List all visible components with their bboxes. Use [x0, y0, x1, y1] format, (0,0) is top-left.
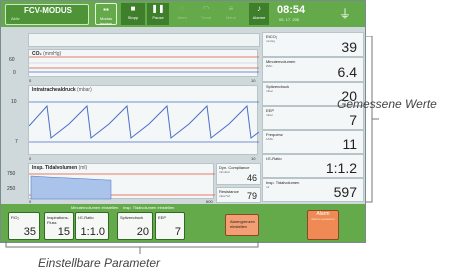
eep-setting[interactable]: EEP 7	[155, 212, 185, 240]
clock: 08:54	[277, 4, 306, 16]
volume-chart-title: Insp. Tidalvolumen (ml)	[32, 165, 88, 171]
menu-button[interactable]: ≡ Menü	[221, 3, 241, 25]
power-plug-icon: ⏚	[339, 7, 352, 21]
menu-icon: ≡	[228, 4, 234, 13]
ventilator-screen: FCV-MODUS Aktiv ▪▪ Modus ändern ■ Stopp …	[0, 0, 366, 243]
trend-icon: ◠	[202, 4, 210, 13]
minute-volume-box: Minutenvolumen l/Min 6.4	[262, 57, 364, 82]
alarm-limits-button[interactable]: Alarmgrenzen einstellen	[225, 214, 259, 236]
fio2-setting[interactable]: FiO₂ 35	[8, 212, 40, 240]
pressure-chart-title: Intratrachealdruck (mbar)	[32, 87, 92, 93]
settings-bar: Minutenvolumen einstellen Insp. Tidalvol…	[1, 204, 365, 242]
trend-button[interactable]: ◠ Trend	[195, 3, 217, 25]
etco2-value: 39	[341, 39, 357, 55]
resistance-value: 79	[246, 191, 257, 201]
mode-indicator[interactable]: FCV-MODUS Aktiv	[5, 4, 89, 25]
compliance-value: 46	[246, 173, 257, 183]
volume-ytick-top: 750	[7, 171, 16, 177]
eep-value: 7	[349, 112, 357, 128]
top-bar: FCV-MODUS Aktiv ▪▪ Modus ändern ■ Stopp …	[1, 1, 365, 27]
pause-icon: ❚❚	[151, 4, 165, 13]
pressure-ytick-top: 10	[11, 99, 17, 105]
alarms-button[interactable]: ♪ Alarme	[249, 3, 269, 25]
breath-button[interactable]: ◌ Atem	[171, 3, 193, 25]
pause-button[interactable]: ❚❚ Pause	[147, 3, 169, 25]
co2-waveform	[29, 56, 259, 73]
co2-ytick-bottom: 0	[13, 70, 16, 76]
volume-ytick-bottom: 250	[7, 186, 16, 192]
change-mode-button[interactable]: ▪▪ Modus ändern	[95, 3, 117, 26]
resistance-box: Resistance mbar*s/l 79	[216, 187, 261, 203]
minute-volume-value: 6.4	[337, 64, 357, 80]
settable-params-bracket	[5, 241, 259, 254]
stop-button[interactable]: ■ Stopp	[121, 3, 145, 25]
measured-values-panel: EtCO₂ mmHg 39 Minutenvolumen l/Min 6.4 Spi…	[262, 32, 364, 202]
pressure-xtick-end: 10	[251, 156, 256, 161]
insp-flow-setting[interactable]: Inspirations-Fluss 15	[44, 212, 74, 240]
breath-icon: ◌	[179, 4, 185, 13]
status-strip	[28, 33, 260, 47]
co2-xtick-start: 0	[29, 78, 32, 83]
tidal-volume-value: 597	[333, 184, 357, 200]
co2-xtick-end: 10	[251, 78, 256, 83]
co2-chart: CO₂ (mmHg)	[28, 49, 259, 77]
frequency-box: Frequenz 1/Min 11	[262, 130, 364, 154]
date: 05. 17. 205	[279, 17, 300, 22]
compliance-box: Dyn. Compliance ml/mbar 46	[216, 163, 261, 185]
mode-switch-icon: ▪▪	[103, 5, 109, 14]
tidal-volume-box: Insp. Tidalvolumen ml 597	[262, 178, 364, 202]
peak-pressure-setting[interactable]: Spitzendruck 20	[117, 212, 153, 240]
frequency-value: 11	[342, 136, 357, 152]
measured-values-annotation: Gemessene Werte	[337, 97, 437, 111]
pressure-waveform	[29, 101, 259, 143]
co2-ytick-top: 60	[9, 57, 15, 63]
alarm-button[interactable]: Alarm Alarme pausieren	[307, 210, 339, 240]
ie-ratio-setting[interactable]: I:E-Ratio 1:1.0	[75, 212, 109, 240]
mode-title: FCV-MODUS	[24, 6, 72, 15]
etco2-box: EtCO₂ mmHg 39	[262, 32, 364, 57]
pressure-xtick-start: 0	[29, 156, 32, 161]
ie-ratio-box: I:E-Ratio 1:1.2	[262, 154, 364, 178]
pressure-chart: Intratrachealdruck (mbar)	[28, 85, 259, 155]
pressure-ytick-bottom: 7	[15, 139, 18, 145]
group-minute-volume-label: Minutenvolumen einstellen	[71, 205, 119, 210]
settable-params-annotation: Einstellbare Parameter	[38, 256, 161, 270]
measured-values-bracket	[366, 36, 379, 203]
group-tidal-volume-label: Insp. Tidalvolumen einstellen	[123, 205, 175, 210]
bell-icon: ♪	[257, 4, 261, 13]
stop-icon: ■	[130, 4, 136, 13]
co2-chart-title: CO₂ (mmHg)	[32, 51, 62, 57]
volume-chart: Insp. Tidalvolumen (ml)	[28, 163, 215, 200]
mode-status: Aktiv	[11, 16, 20, 21]
ie-ratio-value: 1:1.2	[325, 160, 357, 176]
